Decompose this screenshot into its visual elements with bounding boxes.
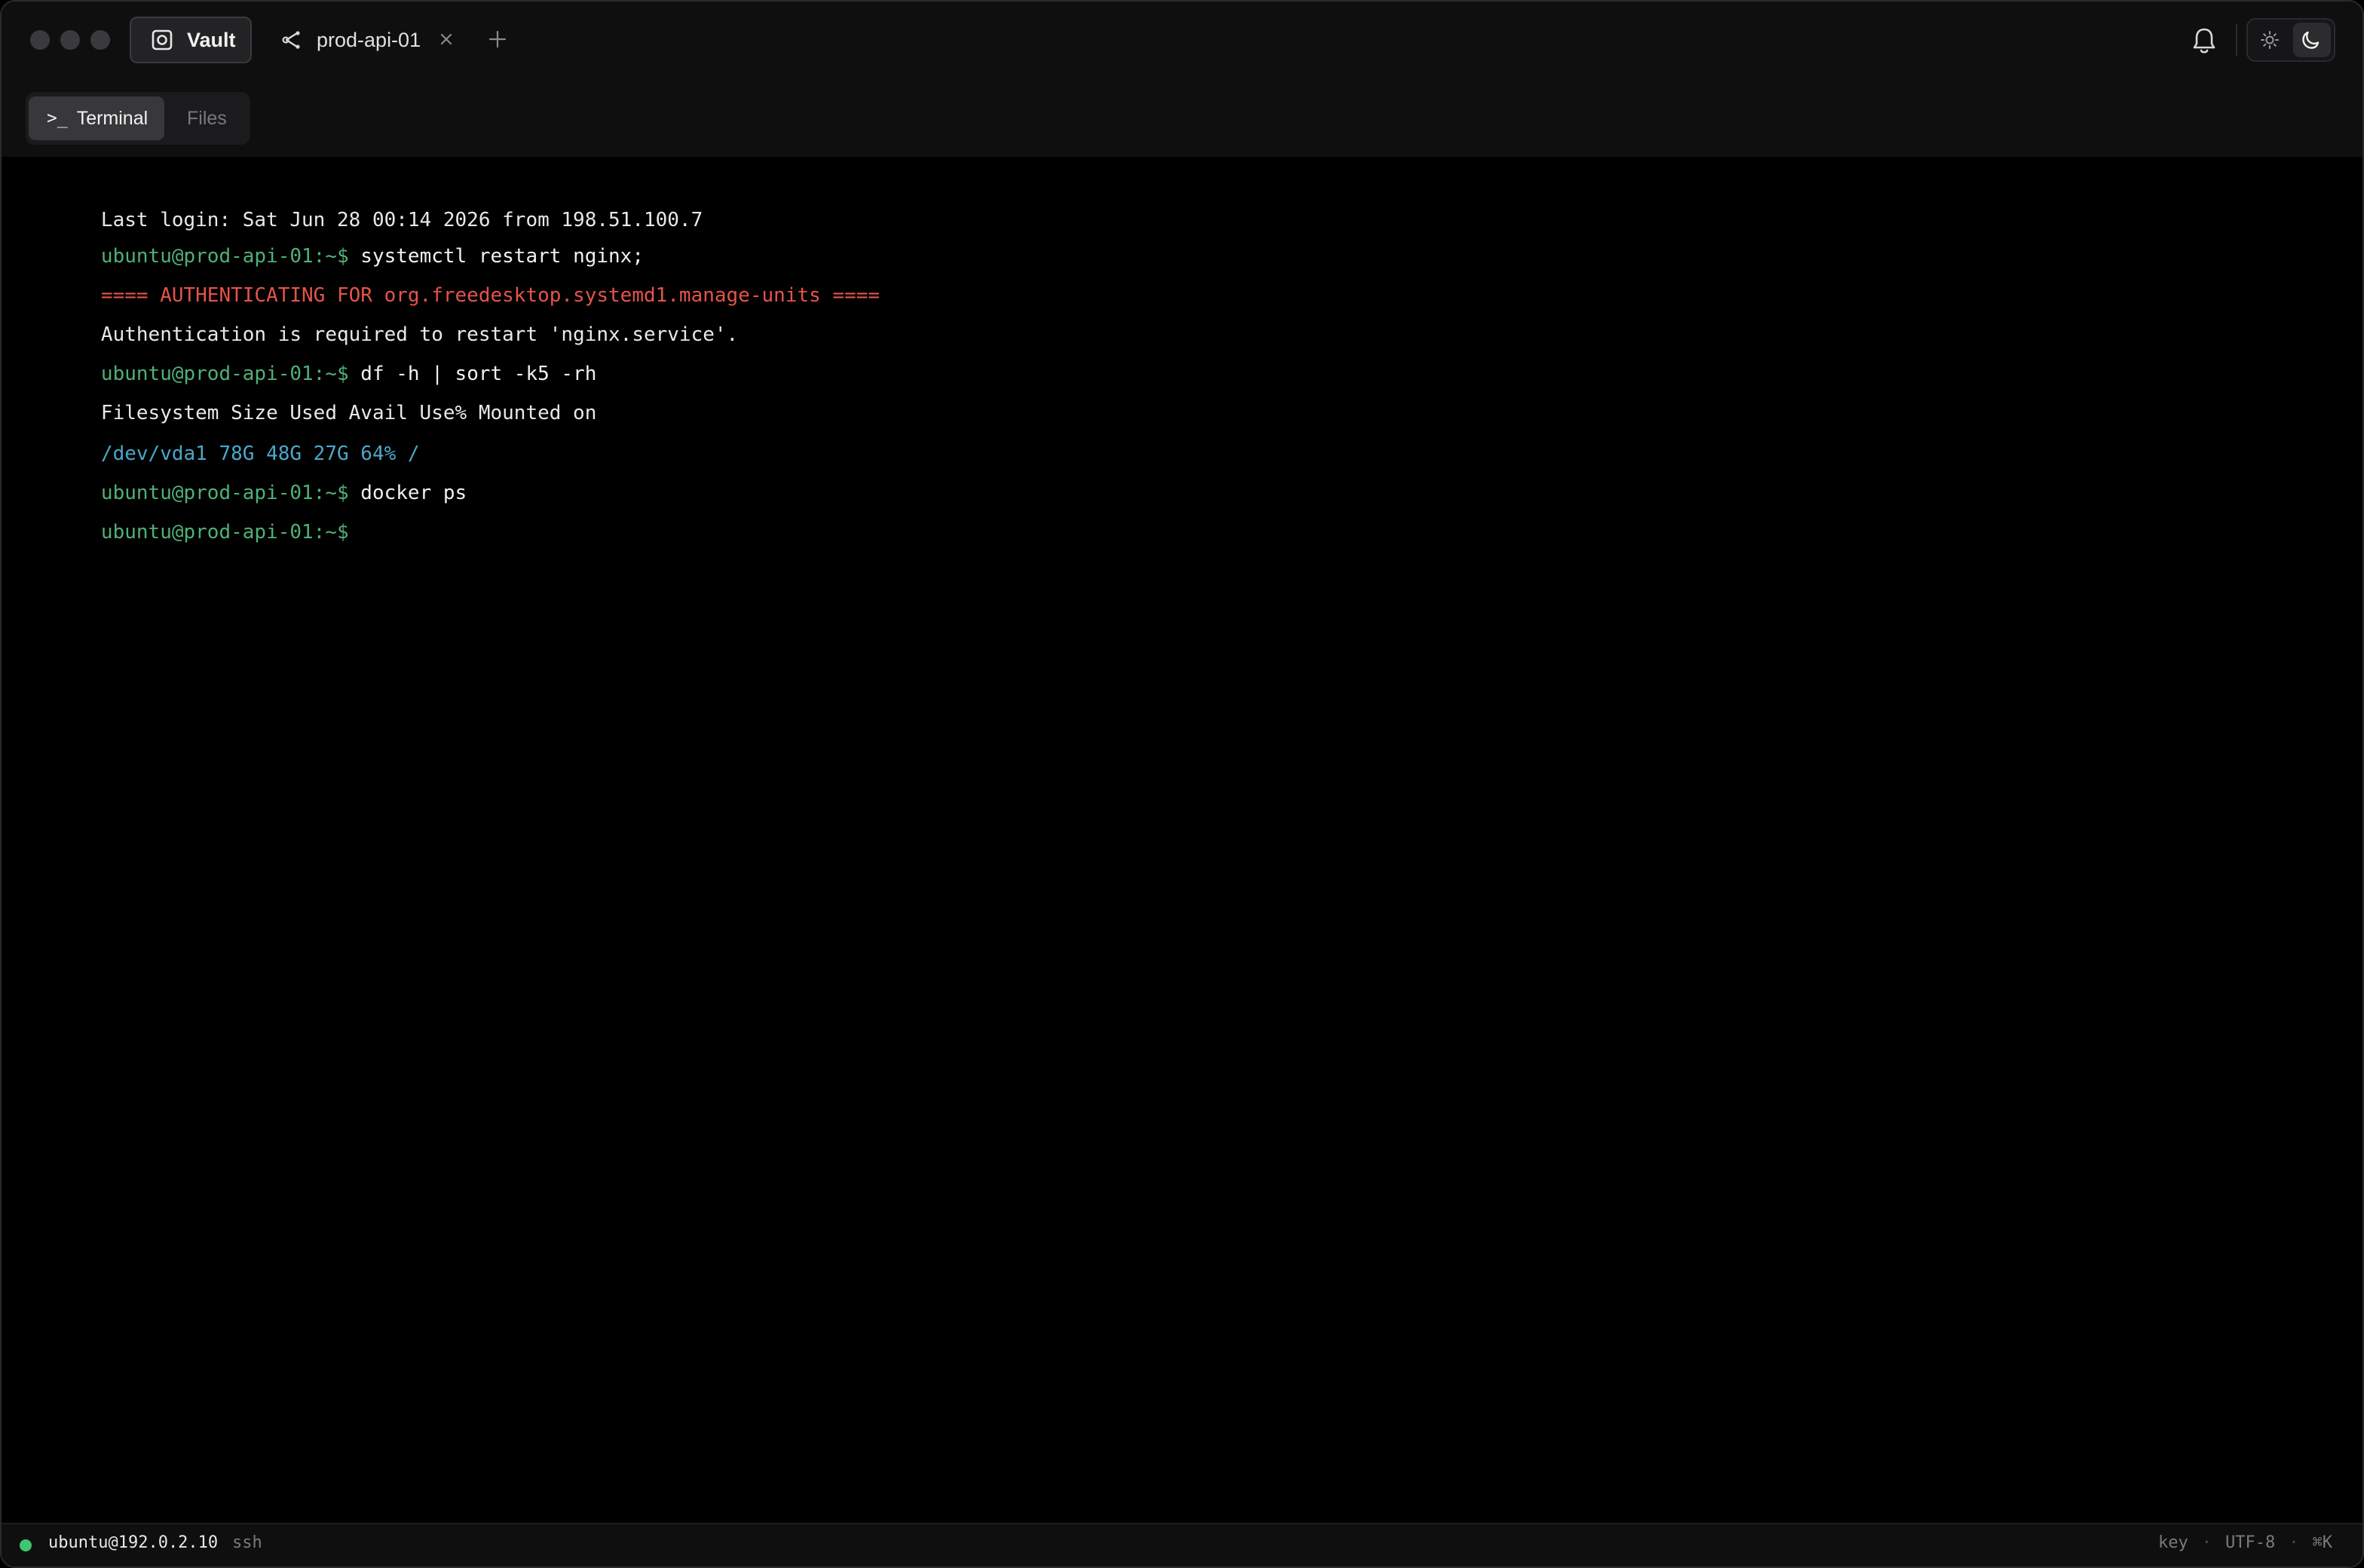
status-right-group: key · UTF-8 · ⌘K [2158, 1533, 2332, 1552]
ssh-host-icon [280, 29, 303, 51]
view-segmented-control: >_ Terminal Files [26, 92, 250, 145]
new-tab-button[interactable] [485, 27, 510, 51]
window-minimize-button[interactable] [60, 30, 80, 50]
close-tab-button[interactable] [436, 29, 457, 50]
shell-command: docker ps [348, 482, 467, 504]
shell-prompt: ubuntu@prod-api-01:~$ [100, 521, 349, 544]
window-maximize-button[interactable] [90, 30, 110, 50]
view-switcher-bar: >_ Terminal Files [2, 78, 2362, 157]
command-palette-shortcut[interactable]: ⌘K [2313, 1533, 2333, 1552]
encoding: UTF-8 [2225, 1533, 2276, 1552]
notifications-button[interactable] [2191, 26, 2218, 56]
sun-icon [2261, 31, 2279, 49]
toolbar-divider [2236, 24, 2237, 56]
bell-icon [2193, 28, 2215, 54]
dark-theme-button[interactable] [2293, 23, 2331, 57]
vault-icon [151, 29, 173, 51]
tab-files[interactable]: Files [187, 96, 247, 140]
terminal-icon: >_ [47, 109, 68, 128]
status-separator: · [2289, 1533, 2299, 1552]
moon-icon [2302, 31, 2320, 49]
close-icon [440, 33, 452, 45]
title-bar: Vault prod-api-01 [2, 2, 2362, 78]
connection-protocol: ssh [232, 1533, 262, 1552]
light-theme-button[interactable] [2251, 23, 2289, 57]
terminal-output[interactable]: Last login: Sat Jun 28 00:14 2026 from 1… [2, 157, 2362, 1523]
terminal-line: ubuntu@prod-api-01:~$ [30, 496, 349, 568]
tab-prod-api-01-label: prod-api-01 [317, 28, 421, 51]
plus-icon [488, 30, 507, 48]
window-close-button[interactable] [30, 30, 50, 50]
connection-status-indicator [20, 1539, 32, 1551]
tab-vault-label: Vault [187, 28, 236, 51]
status-separator: · [2201, 1533, 2212, 1552]
app-window: Vault prod-api-01 >_ Terminal Files Last… [0, 0, 2364, 1568]
theme-toggle [2246, 18, 2335, 62]
auth-method: key [2158, 1533, 2188, 1552]
tab-terminal[interactable]: >_ Terminal [29, 96, 164, 140]
status-bar: ubuntu@192.0.2.10 ssh key · UTF-8 · ⌘K [2, 1523, 2362, 1566]
tab-files-label: Files [187, 107, 227, 129]
connection-host: ubuntu@192.0.2.10 [48, 1533, 219, 1552]
tab-terminal-label: Terminal [76, 107, 149, 129]
tab-vault[interactable]: Vault [130, 17, 252, 63]
